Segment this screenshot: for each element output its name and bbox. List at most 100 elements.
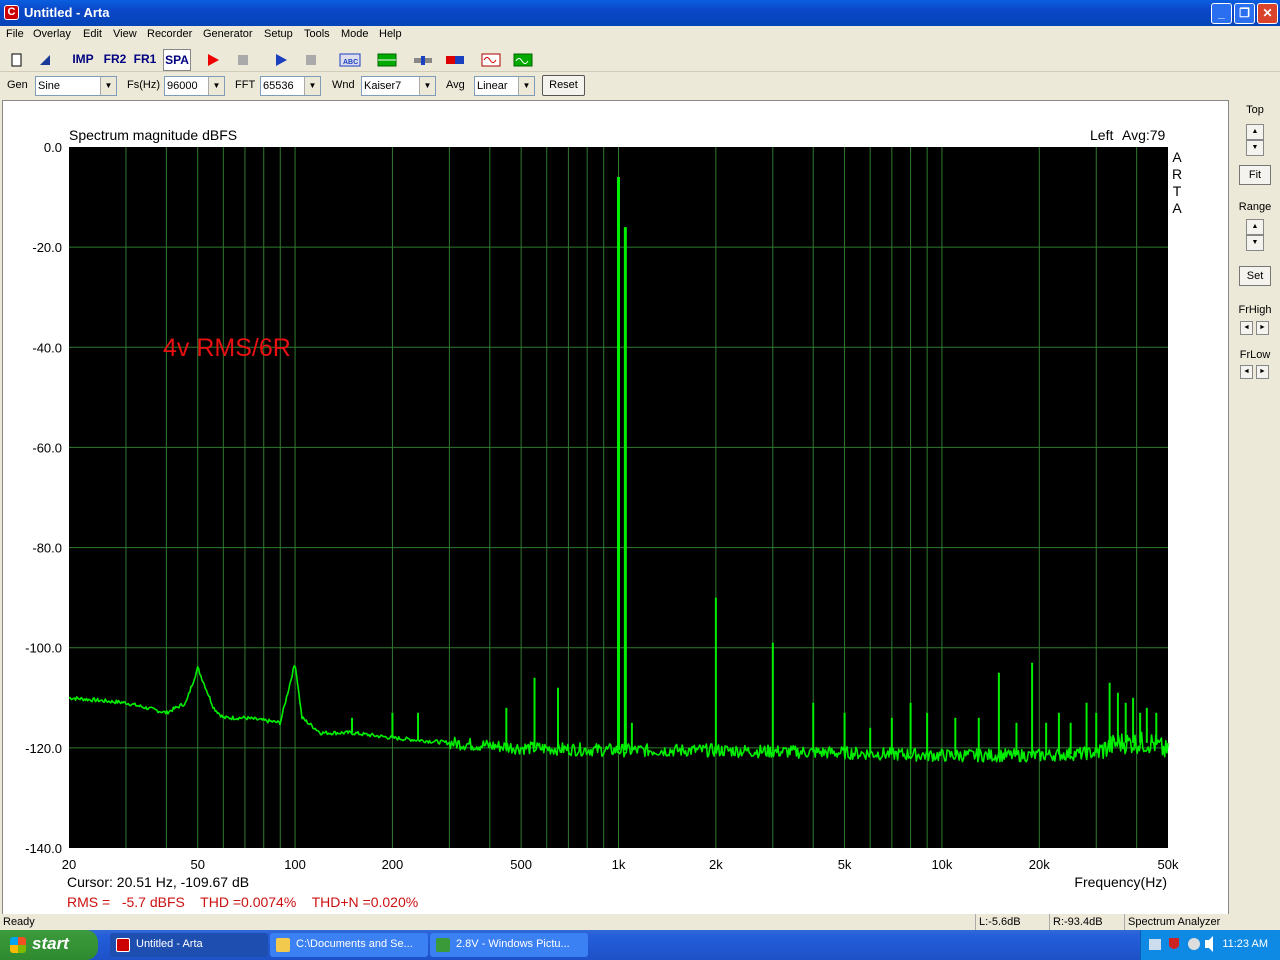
record-icon[interactable] (204, 49, 222, 71)
reset-button[interactable]: Reset (542, 75, 585, 96)
level-icon[interactable] (412, 49, 434, 71)
spectrum-chart[interactable]: 0.0 -20.0 -40.0 -60.0 -80.0 -100.0 -120.0 -140.… (3, 101, 1230, 916)
avg-count: Avg:79 (1122, 127, 1166, 143)
system-tray: 11:23 AM (1140, 930, 1280, 960)
meter-icon[interactable] (444, 49, 466, 71)
menu-setup[interactable]: Setup (264, 28, 293, 40)
fr2-mode-button[interactable]: FR2 (102, 49, 128, 71)
volume-icon (1188, 938, 1200, 950)
fit-button[interactable]: Fit (1239, 165, 1271, 185)
menu-help[interactable]: Help (379, 28, 402, 40)
right-panel: Top ▲ ▼ Fit Range ▲ ▼ Set FrHigh ◄ ► FrL… (1231, 100, 1279, 915)
sine-icon[interactable] (480, 49, 502, 71)
grid-icon[interactable] (376, 49, 398, 71)
speaker-icon (1205, 936, 1213, 952)
fft-select[interactable]: 65536 ▼ (260, 76, 321, 96)
status-right-level: R:-93.4dB (1049, 914, 1123, 930)
menu-recorder[interactable]: Recorder (147, 28, 192, 40)
generator-play-icon[interactable] (272, 49, 290, 71)
fr1-mode-button[interactable]: FR1 (132, 49, 158, 71)
annotation-label: 4v RMS/6R (163, 334, 291, 362)
menu-mode[interactable]: Mode (341, 28, 369, 40)
frlow-left-icon[interactable]: ◄ (1240, 365, 1253, 379)
set-button[interactable]: Set (1239, 266, 1271, 286)
frhigh-right-icon[interactable]: ► (1256, 321, 1269, 335)
menu-file[interactable]: File (6, 28, 24, 40)
frhigh-label: FrHigh (1238, 304, 1272, 316)
menu-view[interactable]: View (113, 28, 137, 40)
maximize-button[interactable]: ❐ (1234, 3, 1255, 24)
window-title: Untitled - Arta (24, 5, 110, 20)
shield-icon (1169, 938, 1179, 949)
chevron-down-icon[interactable]: ▼ (518, 77, 534, 95)
menu-edit[interactable]: Edit (83, 28, 102, 40)
control-bar: Gen Sine ▼ Fs(Hz) 96000 ▼ FFT 65536 ▼ Wnd K… (0, 73, 1280, 99)
y-tick-label: 0.0 (44, 140, 62, 155)
start-button[interactable]: start (0, 930, 98, 960)
range-down-icon[interactable]: ▼ (1246, 235, 1264, 251)
stats-readout: RMS = -5.7 dBFS THD =0.0074% THD+N =0.02… (67, 894, 418, 910)
chevron-down-icon[interactable]: ▼ (304, 77, 320, 95)
fs-value: 96000 (167, 80, 198, 92)
open-file-icon[interactable] (36, 49, 54, 71)
svg-text:A: A (1172, 200, 1182, 216)
x-tick-label: 50k (1158, 857, 1179, 872)
chevron-down-icon[interactable]: ▼ (100, 77, 116, 95)
x-tick-label: 500 (510, 857, 532, 872)
top-down-icon[interactable]: ▼ (1246, 140, 1264, 156)
svg-text:A: A (1172, 149, 1182, 165)
taskbar: start Untitled - Arta C:\Documents and S… (0, 930, 1280, 960)
task-picture-viewer[interactable]: 2.8V - Windows Pictu... (430, 933, 588, 957)
gen-select[interactable]: Sine ▼ (35, 76, 117, 96)
x-tick-label: 1k (612, 857, 626, 872)
generator-stop-icon[interactable] (302, 49, 320, 71)
stop-record-icon[interactable] (234, 49, 252, 71)
gen-value: Sine (38, 80, 61, 92)
gen-label: Gen (7, 79, 28, 91)
scope-icon[interactable] (512, 49, 534, 71)
top-up-icon[interactable]: ▲ (1246, 124, 1264, 140)
y-tick-label: -80.0 (32, 541, 62, 556)
clock: 11:23 AM (1222, 938, 1268, 950)
folder-icon (276, 938, 290, 952)
app-icon: C (4, 5, 19, 20)
tray-icons[interactable] (1147, 930, 1217, 960)
minimize-button[interactable]: _ (1211, 3, 1232, 24)
frhigh-left-icon[interactable]: ◄ (1240, 321, 1253, 335)
new-file-icon[interactable] (8, 49, 26, 71)
svg-text:T: T (1173, 183, 1182, 199)
range-label: Range (1238, 201, 1272, 213)
avg-select[interactable]: Linear ▼ (474, 76, 535, 96)
wnd-select[interactable]: Kaiser7 ▼ (361, 76, 436, 96)
fs-label: Fs(Hz) (127, 79, 160, 91)
y-tick-label: -120.0 (25, 741, 62, 756)
y-tick-label: -60.0 (32, 440, 62, 455)
fft-label: FFT (235, 79, 256, 91)
task-explorer[interactable]: C:\Documents and Se... (270, 933, 428, 957)
frlow-right-icon[interactable]: ► (1256, 365, 1269, 379)
cursor-readout: Cursor: 20.51 Hz, -109.67 dB (67, 874, 249, 890)
abc-icon[interactable]: ABC (338, 49, 362, 71)
wnd-value: Kaiser7 (364, 80, 402, 92)
chevron-down-icon[interactable]: ▼ (419, 77, 435, 95)
range-up-icon[interactable]: ▲ (1246, 219, 1264, 235)
task-arta[interactable]: Untitled - Arta (110, 933, 268, 957)
menu-overlay[interactable]: Overlay (33, 28, 71, 40)
menu-generator[interactable]: Generator (203, 28, 253, 40)
status-ready: Ready (3, 916, 35, 928)
y-tick-label: -140.0 (25, 841, 62, 856)
x-tick-label: 50 (190, 857, 204, 872)
task-label: Untitled - Arta (136, 938, 203, 950)
menu-tools[interactable]: Tools (304, 28, 330, 40)
imp-mode-button[interactable]: IMP (70, 49, 96, 71)
status-left-level: L:-5.6dB (975, 914, 1047, 930)
y-tick-labels: 0.0 -20.0 -40.0 -60.0 -80.0 -100.0 -120.0 -140.… (25, 140, 62, 856)
x-tick-label: 20k (1029, 857, 1050, 872)
spa-mode-button[interactable]: SPA (163, 49, 191, 71)
avg-label: Avg (446, 79, 465, 91)
close-button[interactable]: ✕ (1257, 3, 1278, 24)
x-tick-label: 100 (284, 857, 306, 872)
fft-value: 65536 (263, 80, 294, 92)
fs-select[interactable]: 96000 ▼ (164, 76, 225, 96)
chevron-down-icon[interactable]: ▼ (208, 77, 224, 95)
